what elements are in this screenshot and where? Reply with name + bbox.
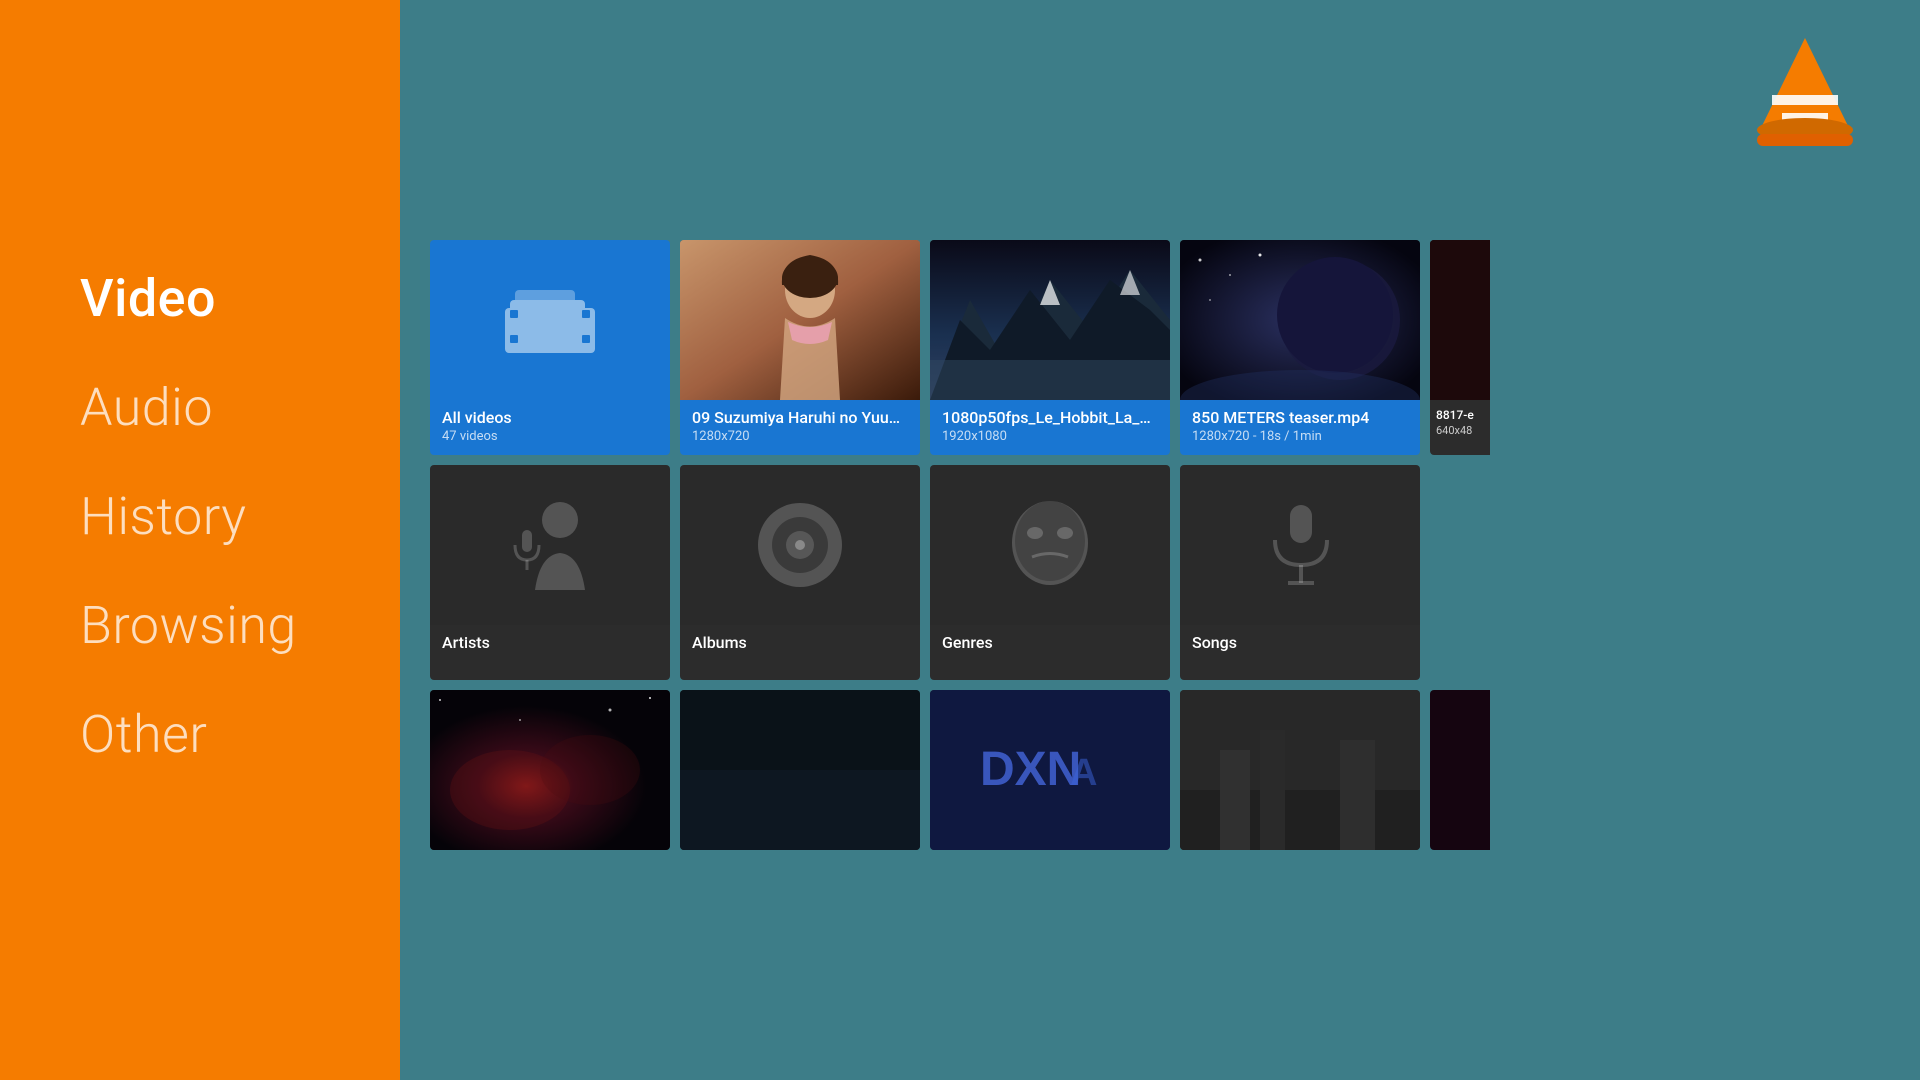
card-title-genres: Genres xyxy=(942,633,1158,652)
card-thumb-hobbit xyxy=(930,240,1170,400)
card-sub-hobbit: 1920x1080 xyxy=(942,429,1158,444)
main-content: All videos 47 videos xyxy=(400,0,1920,1080)
card-thumb-songs xyxy=(1180,465,1420,625)
sidebar-item-browsing[interactable]: Browsing xyxy=(80,595,320,656)
card-genres[interactable]: Genres xyxy=(930,465,1170,680)
svg-text:A: A xyxy=(1070,752,1097,794)
card-info-8817: 8817-e 640x48 xyxy=(1430,400,1490,455)
sidebar-item-history[interactable]: History xyxy=(80,486,320,547)
card-thumb-space xyxy=(430,690,670,850)
card-title-artists: Artists xyxy=(442,633,658,652)
card-sub-suzumiya: 1280x720 xyxy=(692,429,908,444)
grid-row-3: DXN A xyxy=(430,690,1920,850)
grid-row-2: Artists Albums xyxy=(430,465,1920,680)
card-thumb-blue-text: DXN A xyxy=(930,690,1170,850)
card-thumb-gray xyxy=(1180,690,1420,850)
card-vid-blue-text[interactable]: DXN A xyxy=(930,690,1170,850)
card-thumb-8817 xyxy=(1430,240,1490,400)
video-grid: All videos 47 videos xyxy=(430,240,1920,850)
card-title-all-videos: All videos xyxy=(442,408,658,427)
sidebar-item-video[interactable]: Video xyxy=(80,268,320,329)
card-vid-gray[interactable] xyxy=(1180,690,1420,850)
card-suzumiya[interactable]: 09 Suzumiya Haruhi no Yuuut... 1280x720 xyxy=(680,240,920,455)
card-info-albums: Albums xyxy=(680,625,920,680)
card-vid-dark[interactable] xyxy=(680,690,920,850)
card-info-hobbit: 1080p50fps_Le_Hobbit_La_d... 1920x1080 xyxy=(930,400,1170,455)
card-thumb-artists xyxy=(430,465,670,625)
card-sub-all-videos: 47 videos xyxy=(442,429,658,444)
sidebar-item-audio[interactable]: Audio xyxy=(80,377,320,438)
card-thumb-dark xyxy=(680,690,920,850)
card-title-850m: 850 METERS teaser.mp4 xyxy=(1192,408,1408,427)
svg-text:DXN: DXN xyxy=(980,743,1081,796)
card-info-artists: Artists xyxy=(430,625,670,680)
card-thumb-albums xyxy=(680,465,920,625)
card-thumb-suzumiya xyxy=(680,240,920,400)
vlc-logo xyxy=(1750,30,1860,150)
card-thumb-850m xyxy=(1180,240,1420,400)
card-info-suzumiya: 09 Suzumiya Haruhi no Yuuut... 1280x720 xyxy=(680,400,920,455)
grid-row-1: All videos 47 videos xyxy=(430,240,1920,455)
card-thumb-genres xyxy=(930,465,1170,625)
card-songs[interactable]: Songs xyxy=(1180,465,1420,680)
card-850m[interactable]: 850 METERS teaser.mp4 1280x720 - 18s / 1… xyxy=(1180,240,1420,455)
sidebar: Video Audio History Browsing Other xyxy=(0,0,400,1080)
card-info-songs: Songs xyxy=(1180,625,1420,680)
card-info-850m: 850 METERS teaser.mp4 1280x720 - 18s / 1… xyxy=(1180,400,1420,455)
card-title-hobbit: 1080p50fps_Le_Hobbit_La_d... xyxy=(942,408,1158,427)
card-vid-space[interactable] xyxy=(430,690,670,850)
card-title-songs: Songs xyxy=(1192,633,1408,652)
sidebar-item-other[interactable]: Other xyxy=(80,704,320,765)
card-all-videos[interactable]: All videos 47 videos xyxy=(430,240,670,455)
card-title-albums: Albums xyxy=(692,633,908,652)
card-sub-8817: 640x48 xyxy=(1436,424,1484,437)
card-title-suzumiya: 09 Suzumiya Haruhi no Yuuut... xyxy=(692,408,908,427)
card-8817-partial[interactable]: 8817-e 640x48 xyxy=(1430,240,1490,455)
card-vid-partial2[interactable] xyxy=(1430,690,1490,850)
card-albums[interactable]: Albums xyxy=(680,465,920,680)
card-artists[interactable]: Artists xyxy=(430,465,670,680)
card-info-genres: Genres xyxy=(930,625,1170,680)
card-thumb-all-videos xyxy=(430,240,670,400)
card-sub-850m: 1280x720 - 18s / 1min xyxy=(1192,429,1408,444)
card-title-8817: 8817-e xyxy=(1436,408,1484,422)
card-hobbit[interactable]: 1080p50fps_Le_Hobbit_La_d... 1920x1080 xyxy=(930,240,1170,455)
card-info-all-videos: All videos 47 videos xyxy=(430,400,670,455)
